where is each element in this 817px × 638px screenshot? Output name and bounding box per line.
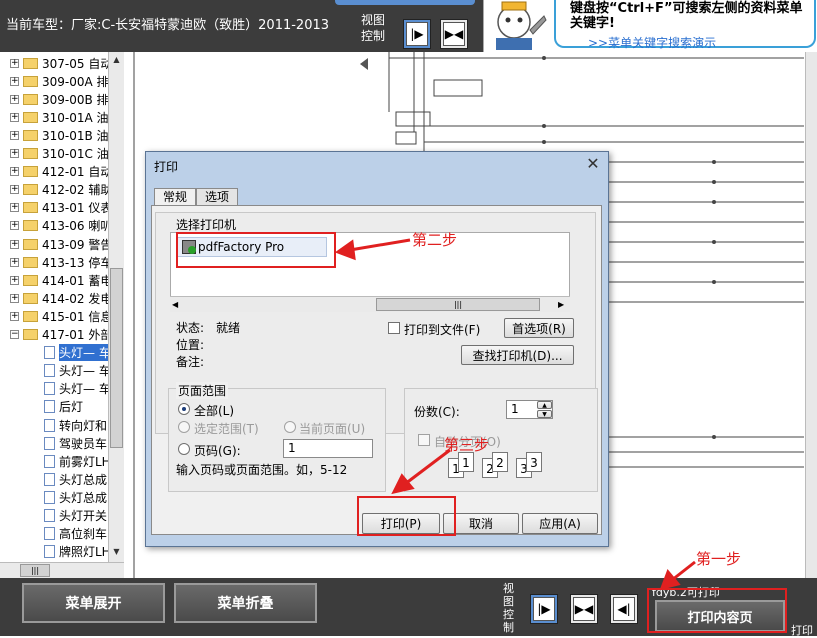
step3-annotation: 第三步 xyxy=(444,436,490,454)
annotation-arrows xyxy=(334,238,696,591)
step2-annotation: 第二步 xyxy=(412,231,458,249)
step1-annotation: 第一步 xyxy=(696,550,742,568)
